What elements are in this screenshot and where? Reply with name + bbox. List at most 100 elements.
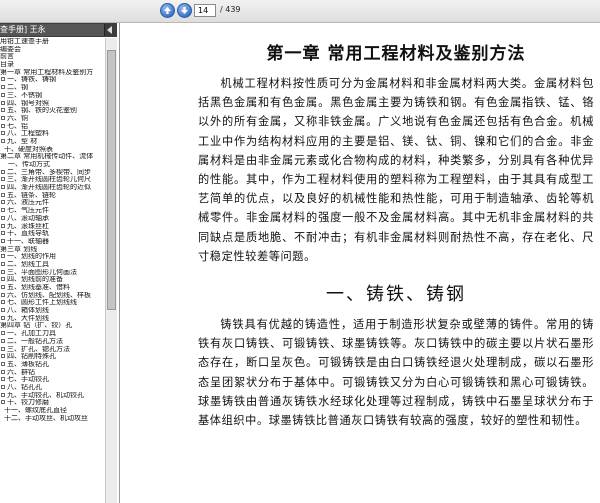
bookmark-item[interactable]: 六、铜 [0,115,104,123]
bookmark-item[interactable]: 七、圆形工件上划线线 [0,299,104,307]
bookmark-item[interactable]: 十、硬度对照表 [0,146,104,154]
bookmark-item[interactable]: 十二、手动攻丝、机动攻丝 [0,415,104,423]
expand-icon[interactable] [1,292,5,297]
bookmark-item[interactable]: 七、手动铰孔 [0,376,104,384]
expand-icon[interactable] [1,185,5,190]
bookmark-item[interactable]: 一、传动方式 [0,161,104,169]
expand-icon[interactable] [1,361,5,366]
expand-icon[interactable] [1,331,5,336]
expand-icon[interactable] [1,338,5,343]
expand-icon[interactable] [1,238,5,243]
expand-icon[interactable] [1,400,5,405]
expand-icon[interactable] [1,223,5,228]
bookmark-item[interactable]: 八、钻孔孔 [0,384,104,392]
bookmark-item[interactable]: 五、钢、铁的火花鉴别 [0,107,104,115]
bookmark-item[interactable]: 九、大件划线 [0,315,104,323]
bookmark-label: 十、硬度对照表 [4,145,53,153]
expand-icon[interactable] [1,200,5,205]
bookmark-item[interactable]: 二、划线工具 [0,261,104,269]
expand-icon[interactable] [1,85,5,90]
bookmark-item[interactable]: 二、钢 [0,84,104,92]
bookmark-item[interactable]: 八、箱体划线 [0,307,104,315]
expand-icon[interactable] [1,169,5,174]
bookmark-item[interactable]: 一、铸铁、铸钢 [0,76,104,84]
panel-tab-bar: 查手册] 王永 [0,23,117,37]
bookmark-item[interactable]: 四、钢号对照 [0,100,104,108]
expand-icon[interactable] [1,308,5,313]
expand-icon[interactable] [1,392,5,397]
previous-page-button[interactable] [160,3,175,18]
bookmark-label: 二、划线工具 [7,260,49,268]
bookmark-item[interactable]: 三、扩孔、锪孔方法 [0,346,104,354]
bookmark-item[interactable]: 四、钻削特殊孔 [0,353,104,361]
bookmark-item[interactable]: 编委会 [0,46,104,54]
expand-icon[interactable] [1,123,5,128]
expand-icon[interactable] [1,77,5,82]
bookmark-item[interactable]: 第一章 常用工程材料及鉴别方 [0,69,104,77]
bookmark-item[interactable]: 第三章 划线 [0,246,104,254]
expand-icon[interactable] [1,315,5,320]
bookmark-item[interactable]: 十、铰刀修磨 [0,399,104,407]
bookmark-item[interactable]: 三、不锈钢 [0,92,104,100]
expand-icon[interactable] [1,254,5,259]
page-number-input[interactable] [194,4,216,17]
panel-scrollbar[interactable] [105,38,117,503]
bookmark-item[interactable]: 一、划线的作用 [0,253,104,261]
expand-icon[interactable] [1,354,5,359]
document-tab[interactable]: 查手册] 王永 [0,24,105,36]
expand-icon[interactable] [1,177,5,182]
expand-icon[interactable] [1,131,5,136]
bookmark-item[interactable]: 五、薄板钻孔 [0,361,104,369]
bookmark-item[interactable]: 前言 [0,53,104,61]
expand-icon[interactable] [1,346,5,351]
expand-icon[interactable] [1,115,5,120]
expand-icon[interactable] [1,231,5,236]
expand-icon[interactable] [1,261,5,266]
expand-icon[interactable] [1,208,5,213]
bookmark-item[interactable]: 七、气压元件 [0,207,104,215]
bookmark-item[interactable]: 三、渐开线圆柱齿轮几何尺 [0,176,104,184]
bookmark-item[interactable]: 第四章 钻（扩、铰）孔 [0,322,104,330]
bookmark-item[interactable]: 五、链条、链轮 [0,192,104,200]
bookmark-item[interactable]: 九、滚珠丝杠 [0,223,104,231]
bookmark-item[interactable]: 四、划线前的准备 [0,276,104,284]
bookmark-item[interactable]: 五、划线基准、借料 [0,284,104,292]
expand-icon[interactable] [1,215,5,220]
bookmark-item[interactable]: 六、群钻 [0,369,104,377]
scrollbar-thumb[interactable] [107,50,116,310]
bookmark-item[interactable]: 二、一般钻孔方法 [0,338,104,346]
bookmark-item[interactable]: 十一、螺纹底孔直径 [0,407,104,415]
expand-icon[interactable] [1,277,5,282]
bookmark-item[interactable]: 二、三角带、多楔带、同步 [0,169,104,177]
expand-icon[interactable] [1,92,5,97]
bookmark-item[interactable]: 九、型 材 [0,138,104,146]
bookmark-item[interactable]: 八、工程塑料 [0,130,104,138]
expand-icon[interactable] [1,138,5,143]
bookmark-item[interactable]: 用钳工速查手册 [0,38,104,46]
expand-icon[interactable] [1,384,5,389]
expand-icon[interactable] [1,192,5,197]
expand-icon[interactable] [1,285,5,289]
bookmark-label: 一、铸铁、铸钢 [7,76,56,84]
expand-icon[interactable] [1,108,5,113]
expand-icon[interactable] [1,269,5,274]
expand-icon[interactable] [1,369,5,374]
bookmark-item[interactable]: 一、孔加工刀具 [0,330,104,338]
bookmark-item[interactable]: 六、仿划线、配划线、样板 [0,292,104,300]
next-page-button[interactable] [177,3,192,18]
bookmark-label: 十一、螺纹底孔直径 [4,407,67,414]
bookmark-item[interactable]: 目录 [0,61,104,69]
bookmark-item[interactable]: 六、液压元件 [0,199,104,207]
expand-icon[interactable] [1,377,5,382]
bookmark-item[interactable]: 九、手动铰孔、机动铰孔 [0,392,104,400]
bookmark-item[interactable]: 八、滚动轴承 [0,215,104,223]
bookmark-item[interactable]: 四、渐开线圆柱齿轮的近似 [0,184,104,192]
collapse-panel-icon[interactable] [107,26,112,34]
bookmark-item[interactable]: 三、平面图形几何画法 [0,269,104,277]
bookmark-item[interactable]: 七、铝 [0,123,104,131]
bookmark-item[interactable]: 第二章 常用机械传动件、流体 [0,153,104,161]
bookmark-item[interactable]: 十一、联轴器 [0,238,104,246]
expand-icon[interactable] [1,300,5,305]
expand-icon[interactable] [1,100,5,105]
bookmark-item[interactable]: 十、直线导轨 [0,230,104,238]
